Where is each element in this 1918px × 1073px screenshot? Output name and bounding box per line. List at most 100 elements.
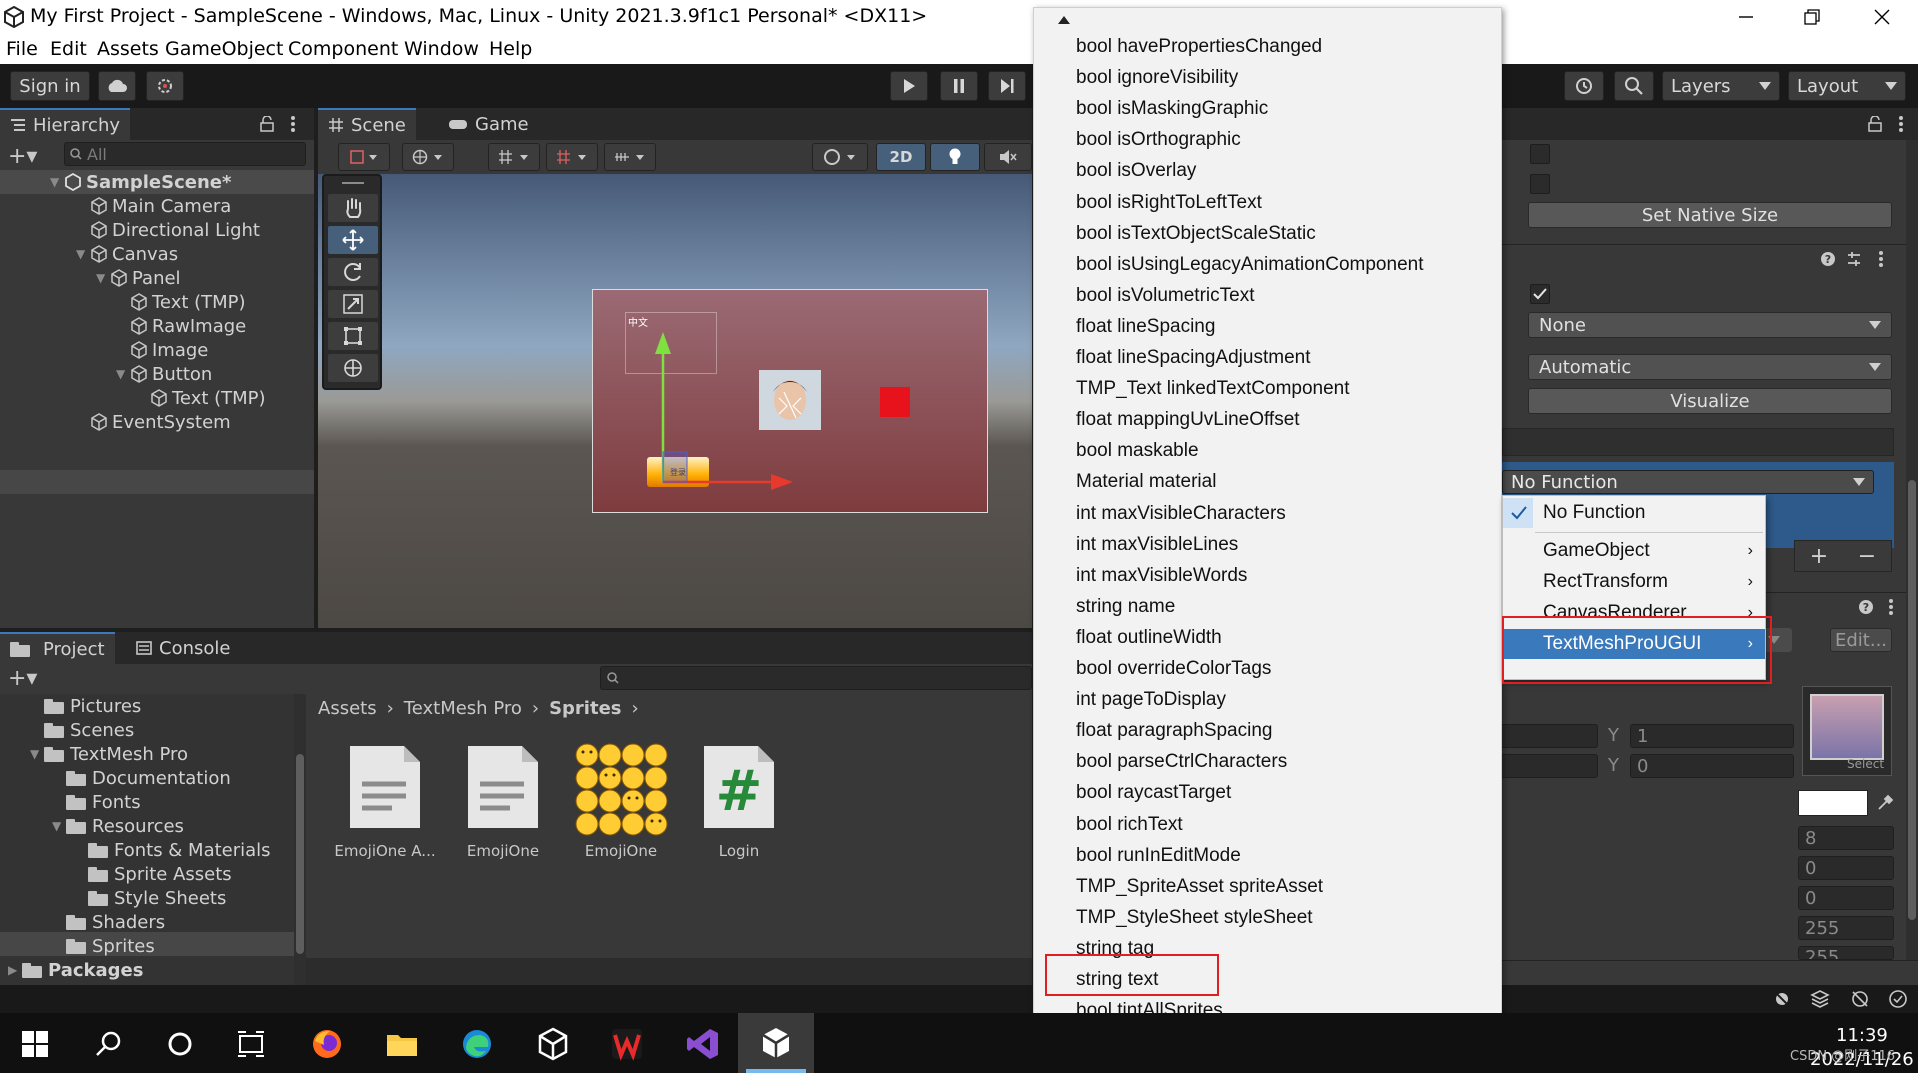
eyedropper-icon[interactable]	[1876, 794, 1894, 812]
property-menu-item[interactable]: int maxVisibleCharacters	[1076, 503, 1286, 525]
checkbox[interactable]	[1530, 144, 1550, 164]
property-menu-item[interactable]: float outlineWidth	[1076, 627, 1222, 649]
fold-arrow-icon[interactable]: ▼	[52, 819, 66, 833]
layout-dropdown[interactable]: Layout	[1788, 71, 1906, 101]
visual-studio-icon[interactable]	[686, 1027, 720, 1061]
value-field[interactable]: 255	[1798, 916, 1894, 940]
lock-icon[interactable]	[1868, 116, 1882, 132]
folder-item[interactable]: Fonts	[52, 790, 141, 814]
property-menu-item[interactable]: bool isTextObjectScaleStatic	[1076, 223, 1316, 245]
menu-file[interactable]: File	[6, 38, 38, 60]
transform-tool-button[interactable]	[328, 354, 378, 382]
layers-stack-icon[interactable]	[1810, 989, 1830, 1009]
property-menu-item[interactable]: bool maskable	[1076, 440, 1199, 462]
rect-tool-button[interactable]	[328, 322, 378, 350]
cortana-icon[interactable]	[163, 1027, 197, 1061]
transition-dropdown[interactable]: Automatic	[1528, 354, 1892, 380]
sign-in-button[interactable]: Sign in	[10, 71, 90, 101]
set-native-size-button[interactable]: Set Native Size	[1528, 202, 1892, 228]
value-field[interactable]: 0	[1798, 886, 1894, 910]
move-gizmo-icon[interactable]	[633, 330, 793, 500]
debug-icon[interactable]	[1772, 989, 1792, 1009]
preset-icon[interactable]	[1846, 251, 1862, 267]
breadcrumb-sprites[interactable]: Sprites	[549, 698, 621, 719]
property-menu-item[interactable]: bool raycastTarget	[1076, 782, 1231, 804]
unity-hub-icon[interactable]	[536, 1027, 570, 1061]
edge-browser-icon[interactable]	[460, 1027, 494, 1061]
hierarchy-item[interactable]: Text (TMP)	[136, 386, 266, 410]
folder-item[interactable]: Style Sheets	[74, 886, 226, 910]
move-tool-button[interactable]	[328, 226, 378, 254]
help-icon[interactable]: ?	[1820, 251, 1836, 267]
navigation-dropdown[interactable]: None	[1528, 312, 1892, 338]
tree-scrollbar[interactable]	[294, 694, 306, 992]
layers-dropdown[interactable]: Layers	[1662, 71, 1780, 101]
draw-mode-button[interactable]	[338, 143, 390, 171]
add-button[interactable]: +▾	[8, 144, 37, 169]
tab-console[interactable]: Console	[126, 632, 240, 664]
hierarchy-item[interactable]: EventSystem	[76, 410, 231, 434]
property-menu-item[interactable]: float lineSpacingAdjustment	[1076, 347, 1310, 369]
fold-arrow-icon[interactable]: ▼	[116, 367, 130, 381]
property-menu-item[interactable]: bool havePropertiesChanged	[1076, 36, 1322, 58]
tab-project[interactable]: Project	[0, 632, 115, 664]
x-field[interactable]	[1500, 724, 1598, 748]
menu-gameobject[interactable]: GameObject	[165, 38, 283, 60]
breadcrumb-assets[interactable]: Assets	[318, 698, 377, 719]
scene-viewport[interactable]: 中文 登录	[318, 174, 1032, 628]
check-circle-icon[interactable]	[1888, 989, 1908, 1009]
menu-assets[interactable]: Assets	[97, 38, 159, 60]
folder-item[interactable]: Sprites	[52, 934, 155, 958]
folder-item[interactable]: Fonts & Materials	[74, 838, 271, 862]
project-search-input[interactable]	[600, 666, 1032, 690]
create-button[interactable]: +▾	[8, 666, 37, 691]
hand-tool-button[interactable]	[328, 194, 378, 222]
2d-toggle-button[interactable]: 2D	[876, 143, 926, 171]
ruler-button[interactable]	[604, 143, 656, 171]
hierarchy-item[interactable]: Text (TMP)	[116, 290, 246, 314]
scroll-up-arrow-icon[interactable]	[1058, 16, 1070, 24]
menu-item-no-function[interactable]: No Function	[1503, 498, 1765, 528]
increment-snap-button[interactable]	[546, 143, 598, 171]
fold-arrow-icon[interactable]: ▼	[76, 247, 90, 261]
more-icon[interactable]	[1898, 116, 1904, 132]
checkbox[interactable]	[1530, 174, 1550, 194]
close-button[interactable]	[1852, 0, 1912, 34]
edit-button[interactable]: Edit...	[1830, 628, 1892, 652]
more-icon[interactable]	[290, 116, 296, 132]
visualize-button[interactable]: Visualize	[1528, 388, 1892, 414]
drag-handle[interactable]	[342, 182, 364, 184]
hierarchy-item[interactable]: Main Camera	[76, 194, 231, 218]
hierarchy-item[interactable]: RawImage	[116, 314, 246, 338]
value-field[interactable]: 8	[1798, 826, 1894, 850]
globe-button[interactable]	[402, 143, 454, 171]
shading-button[interactable]	[812, 143, 868, 171]
windows-start-icon[interactable]	[18, 1027, 52, 1061]
cloud-button[interactable]	[98, 71, 136, 101]
property-menu-item[interactable]: TMP_SpriteAsset spriteAsset	[1076, 876, 1323, 898]
menu-item-recttransform[interactable]: RectTransform ›	[1503, 567, 1765, 597]
property-menu-item[interactable]: bool richText	[1076, 814, 1183, 836]
x-field[interactable]	[1500, 754, 1598, 778]
sprite-thumbnail[interactable]: Select	[1802, 686, 1892, 776]
fold-arrow-icon[interactable]: ▼	[30, 747, 44, 761]
tab-game[interactable]: Game	[438, 108, 539, 140]
folder-item[interactable]: Scenes	[30, 718, 134, 742]
menu-edit[interactable]: Edit	[50, 38, 87, 60]
inspector-scrollbar[interactable]	[1906, 140, 1918, 960]
property-menu-item[interactable]: float paragraphSpacing	[1076, 720, 1272, 742]
wps-office-icon[interactable]	[610, 1027, 644, 1061]
property-menu-item[interactable]: string name	[1076, 596, 1175, 618]
select-label[interactable]: Select	[1847, 757, 1884, 771]
folder-item[interactable]: Pictures	[30, 694, 141, 718]
asset-item[interactable]: # Login	[684, 742, 794, 882]
asset-item[interactable]: EmojiOne	[448, 742, 558, 882]
property-menu-item[interactable]: bool parseCtrlCharacters	[1076, 751, 1287, 773]
property-menu-item[interactable]: bool runInEditMode	[1076, 845, 1241, 867]
property-menu-item[interactable]: Material material	[1076, 471, 1216, 493]
task-view-icon[interactable]	[234, 1027, 268, 1061]
property-menu-item[interactable]: bool isUsingLegacyAnimationComponent	[1076, 254, 1423, 276]
color-swatch[interactable]	[1798, 790, 1868, 816]
property-menu-item[interactable]: TMP_StyleSheet styleSheet	[1076, 907, 1313, 929]
menu-item-gameobject[interactable]: GameObject ›	[1503, 536, 1765, 566]
